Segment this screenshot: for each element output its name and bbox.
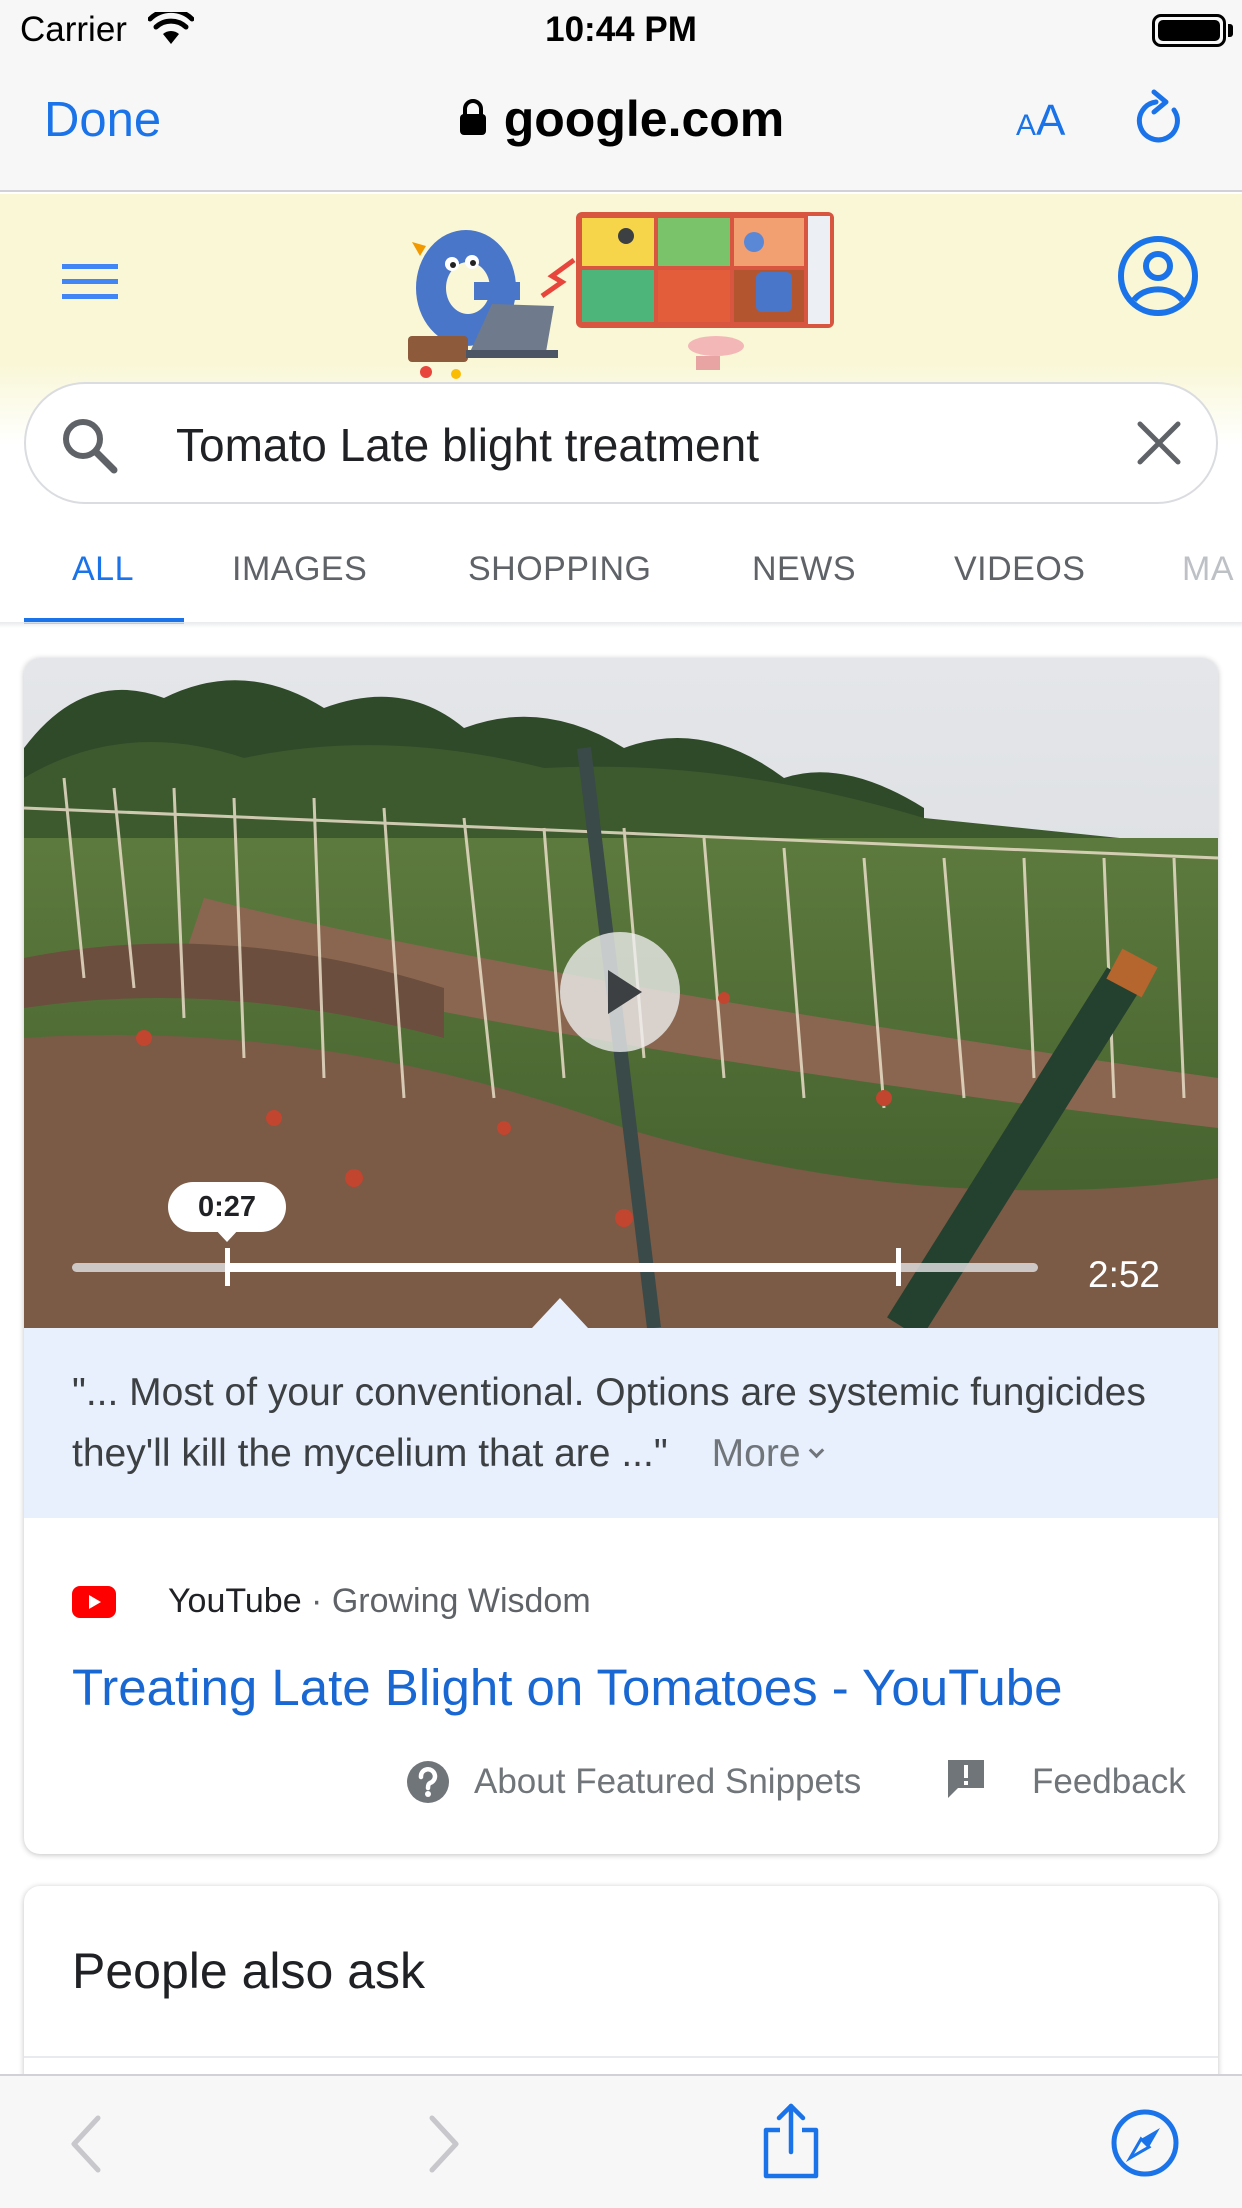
tab-more[interactable]: MA xyxy=(1182,550,1234,589)
tab-videos[interactable]: VIDEOS xyxy=(954,550,1085,589)
about-featured-snippets-label: About Featured Snippets xyxy=(474,1762,862,1801)
tab-all[interactable]: ALL xyxy=(72,550,134,589)
tab-news[interactable]: NEWS xyxy=(752,550,856,589)
snippet-transcript: "... Most of your conventional. Options … xyxy=(24,1328,1218,1518)
search-tabs: ALL IMAGES SHOPPING NEWS VIDEOS MA xyxy=(0,522,1242,624)
help-icon xyxy=(407,1761,449,1803)
url-text: google.com xyxy=(503,91,785,147)
people-also-ask-title: People also ask xyxy=(72,1943,426,1999)
back-icon[interactable] xyxy=(68,2114,104,2174)
video-player[interactable]: 0:27 2:52 xyxy=(24,658,1218,1328)
close-icon[interactable] xyxy=(1136,420,1182,466)
status-bar: Carrier 10:44 PM xyxy=(0,0,1242,62)
source-separator: · xyxy=(301,1582,332,1620)
search-box[interactable]: Tomato Late blight treatment xyxy=(24,382,1218,504)
text-size-small: A xyxy=(1016,109,1037,142)
tab-images[interactable]: IMAGES xyxy=(232,550,367,589)
divider xyxy=(24,2056,1218,2058)
text-size-large: A xyxy=(1036,96,1066,145)
feedback-icon xyxy=(948,1760,984,1798)
chevron-down-icon xyxy=(808,1442,824,1459)
source-site: YouTube xyxy=(168,1582,302,1620)
play-button[interactable] xyxy=(560,932,680,1052)
video-duration: 2:52 xyxy=(1088,1254,1161,1295)
search-icon[interactable] xyxy=(60,416,118,474)
feedback-label: Feedback xyxy=(1032,1762,1186,1801)
menu-icon[interactable] xyxy=(62,262,118,302)
tabs-shadow xyxy=(0,622,1242,628)
share-icon[interactable] xyxy=(760,2102,822,2180)
more-label: More xyxy=(711,1432,801,1475)
tab-shopping[interactable]: SHOPPING xyxy=(468,550,651,589)
more-button[interactable]: More xyxy=(711,1432,824,1475)
current-time-bubble-tip xyxy=(214,1228,240,1242)
compass-icon[interactable] xyxy=(1110,2108,1180,2178)
reload-icon[interactable] xyxy=(1134,86,1190,150)
clock: 10:44 PM xyxy=(545,10,697,49)
lock-icon xyxy=(459,98,486,135)
search-input[interactable]: Tomato Late blight treatment xyxy=(176,418,759,472)
snippet-text: "... Most of your conventional. Options … xyxy=(72,1371,1146,1475)
browser-toolbar xyxy=(0,2074,1242,2208)
battery-nub xyxy=(1228,24,1233,37)
account-icon[interactable] xyxy=(1116,234,1200,318)
current-time-bubble: 0:27 xyxy=(168,1182,286,1232)
play-icon xyxy=(608,970,642,1014)
youtube-icon xyxy=(72,1586,116,1618)
browser-nav-bar: Done google.com AA xyxy=(0,62,1242,192)
clip-start-marker[interactable] xyxy=(225,1248,230,1286)
clip-end-marker[interactable] xyxy=(896,1248,901,1286)
text-size-button[interactable]: AA xyxy=(1016,96,1065,146)
source-name: YouTube · Growing Wisdom xyxy=(168,1582,591,1621)
video-clip-range xyxy=(228,1263,900,1272)
google-doodle-logo[interactable] xyxy=(396,206,846,386)
forward-icon[interactable] xyxy=(426,2114,462,2174)
snippet-caret xyxy=(532,1298,588,1328)
battery-icon xyxy=(1152,14,1226,47)
featured-snippet-card: 0:27 2:52 "... Most of your conventional… xyxy=(24,658,1218,1854)
source-channel: Growing Wisdom xyxy=(331,1582,591,1620)
result-title-link[interactable]: Treating Late Blight on Tomatoes - YouTu… xyxy=(72,1658,1062,1717)
